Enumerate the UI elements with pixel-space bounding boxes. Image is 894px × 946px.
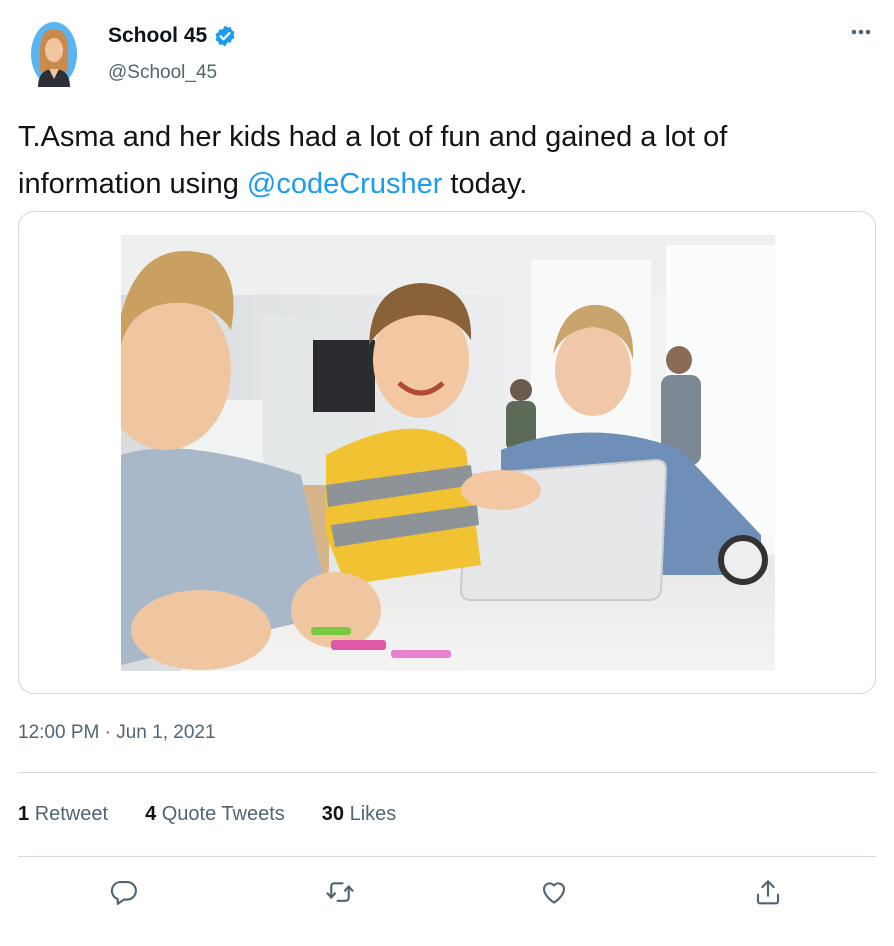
likes-count: 30 bbox=[321, 803, 345, 825]
divider bbox=[18, 856, 876, 857]
like-button[interactable] bbox=[534, 872, 574, 912]
share-icon bbox=[756, 880, 780, 905]
quote-tweets-stat[interactable]: 4 Quote Tweets bbox=[145, 803, 285, 826]
retweets-label: Retweet bbox=[34, 803, 109, 825]
divider bbox=[18, 772, 876, 773]
more-options-button[interactable] bbox=[846, 20, 876, 44]
tweet-text: T.Asma and her kids had a lot of fun and… bbox=[18, 114, 878, 208]
retweet-icon bbox=[326, 882, 354, 902]
tweet-photo[interactable] bbox=[121, 235, 775, 671]
engagement-stats: 1 Retweet 4 Quote Tweets 30 Likes bbox=[18, 803, 433, 826]
avatar[interactable] bbox=[30, 21, 78, 87]
author-handle[interactable]: @School_45 bbox=[108, 62, 217, 84]
tweet-text-after: today. bbox=[442, 168, 528, 200]
author-name-row[interactable]: School 45 bbox=[108, 24, 237, 48]
action-bar bbox=[0, 872, 894, 912]
more-horizontal-icon bbox=[851, 29, 871, 35]
media-card bbox=[18, 211, 876, 694]
retweets-stat[interactable]: 1 Retweet bbox=[18, 803, 108, 826]
quotes-count: 4 bbox=[145, 803, 157, 825]
share-button[interactable] bbox=[748, 872, 788, 912]
reply-button[interactable] bbox=[104, 872, 144, 912]
verified-badge-icon bbox=[213, 24, 237, 48]
likes-stat[interactable]: 30 Likes bbox=[322, 803, 397, 826]
retweet-button[interactable] bbox=[320, 872, 360, 912]
photo-kids-with-tablet bbox=[121, 235, 775, 671]
mention-link[interactable]: @codeCrusher bbox=[247, 168, 442, 200]
woman-avatar-icon bbox=[31, 22, 77, 87]
retweets-count: 1 bbox=[18, 803, 30, 825]
reply-icon bbox=[110, 880, 137, 905]
likes-label: Likes bbox=[349, 803, 397, 825]
like-icon bbox=[542, 882, 566, 904]
author-name[interactable]: School 45 bbox=[108, 24, 207, 48]
tweet-timestamp[interactable]: 12:00 PM · Jun 1, 2021 bbox=[18, 722, 216, 744]
quotes-label: Quote Tweets bbox=[161, 803, 285, 825]
